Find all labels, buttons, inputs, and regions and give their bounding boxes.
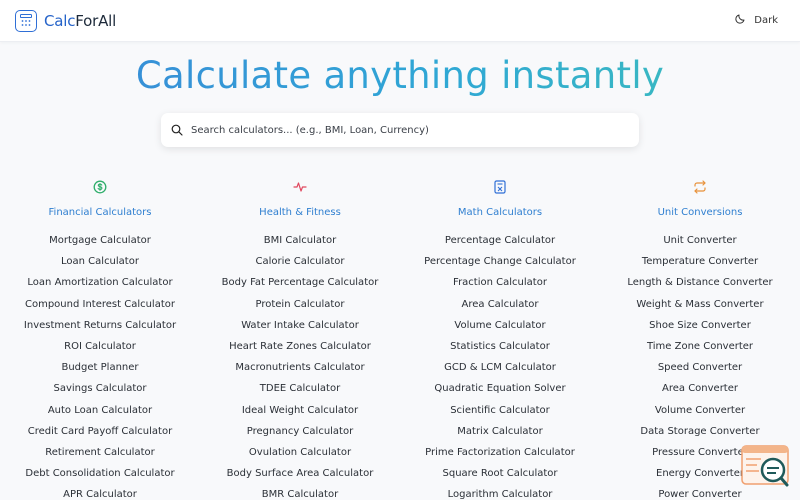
calculator-link[interactable]: Credit Card Payoff Calculator — [0, 421, 200, 442]
calculator-link[interactable]: BMI Calculator — [200, 230, 400, 251]
calculator-link[interactable]: Debt Consolidation Calculator — [0, 463, 200, 484]
feedback-widget-button[interactable] — [741, 444, 791, 488]
category-title[interactable]: Math Calculators — [400, 207, 600, 221]
site-logo[interactable]: CalcForAll — [15, 10, 116, 32]
category-health: Health & Fitness BMI Calculator Calorie … — [200, 178, 400, 500]
calculator-link[interactable]: Time Zone Converter — [600, 336, 800, 357]
category-columns: Financial Calculators Mortgage Calculato… — [0, 178, 800, 500]
calculator-link[interactable]: Percentage Change Calculator — [400, 251, 600, 272]
calculator-link[interactable]: Pregnancy Calculator — [200, 421, 400, 442]
dark-mode-toggle[interactable]: Dark — [735, 13, 778, 27]
calculator-link[interactable]: Heart Rate Zones Calculator — [200, 336, 400, 357]
dollar-circle-icon — [0, 178, 200, 196]
calculator-link[interactable]: Loan Amortization Calculator — [0, 272, 200, 293]
calculator-link[interactable]: Prime Factorization Calculator — [400, 442, 600, 463]
heartbeat-icon — [200, 178, 400, 196]
calculator-link[interactable]: Quadratic Equation Solver — [400, 378, 600, 399]
calculator-link[interactable]: Savings Calculator — [0, 378, 200, 399]
search-bar[interactable] — [161, 113, 639, 147]
calculator-link[interactable]: Mortgage Calculator — [0, 230, 200, 251]
calculator-list: BMI Calculator Calorie Calculator Body F… — [200, 230, 400, 500]
calculator-link[interactable]: TDEE Calculator — [200, 378, 400, 399]
calculator-list: Percentage Calculator Percentage Change … — [400, 230, 600, 500]
calculator-link[interactable]: Speed Converter — [600, 357, 800, 378]
calculator-link[interactable]: Auto Loan Calculator — [0, 400, 200, 421]
feedback-chat-search-icon — [741, 445, 789, 487]
calculator-link[interactable]: Statistics Calculator — [400, 336, 600, 357]
calculator-link[interactable]: Macronutrients Calculator — [200, 357, 400, 378]
moon-icon — [735, 13, 746, 27]
category-title[interactable]: Financial Calculators — [0, 207, 200, 221]
calculator-link[interactable]: Loan Calculator — [0, 251, 200, 272]
calculator-link[interactable]: Shoe Size Converter — [600, 315, 800, 336]
calculator-link[interactable]: Scientific Calculator — [400, 400, 600, 421]
calculator-link[interactable]: Logarithm Calculator — [400, 484, 600, 500]
calculator-link[interactable]: Retirement Calculator — [0, 442, 200, 463]
swap-arrows-icon — [600, 178, 800, 196]
calculator-link[interactable]: Compound Interest Calculator — [0, 294, 200, 315]
calculator-link[interactable]: Temperature Converter — [600, 251, 800, 272]
calculator-link[interactable]: Investment Returns Calculator — [0, 315, 200, 336]
calculator-link[interactable]: Protein Calculator — [200, 294, 400, 315]
logo-text-calc: Calc — [44, 12, 76, 30]
calculator-link[interactable]: Body Fat Percentage Calculator — [200, 272, 400, 293]
category-title[interactable]: Unit Conversions — [600, 207, 800, 221]
calculator-link[interactable]: Water Intake Calculator — [200, 315, 400, 336]
calculator-link[interactable]: Length & Distance Converter — [600, 272, 800, 293]
calculator-link[interactable]: Ovulation Calculator — [200, 442, 400, 463]
calculator-link[interactable]: BMR Calculator — [200, 484, 400, 500]
calculator-link[interactable]: Area Converter — [600, 378, 800, 399]
calculator-link[interactable]: Area Calculator — [400, 294, 600, 315]
calculator-icon — [400, 178, 600, 196]
calculator-link[interactable]: Data Storage Converter — [600, 421, 800, 442]
search-input[interactable] — [191, 124, 639, 136]
calculator-link[interactable]: Calorie Calculator — [200, 251, 400, 272]
calculator-link[interactable]: Weight & Mass Converter — [600, 294, 800, 315]
category-title[interactable]: Health & Fitness — [200, 207, 400, 221]
logo-text: CalcForAll — [44, 12, 116, 30]
calculator-link[interactable]: Budget Planner — [0, 357, 200, 378]
calculator-link[interactable]: Unit Converter — [600, 230, 800, 251]
calculator-link[interactable]: Volume Calculator — [400, 315, 600, 336]
calculator-link[interactable]: Percentage Calculator — [400, 230, 600, 251]
category-math: Math Calculators Percentage Calculator P… — [400, 178, 600, 500]
top-header: CalcForAll Dark — [0, 0, 800, 42]
calculator-link[interactable]: Ideal Weight Calculator — [200, 400, 400, 421]
category-financial: Financial Calculators Mortgage Calculato… — [0, 178, 200, 500]
calculator-link[interactable]: ROI Calculator — [0, 336, 200, 357]
calculator-link[interactable]: Matrix Calculator — [400, 421, 600, 442]
calculator-list: Mortgage Calculator Loan Calculator Loan… — [0, 230, 200, 500]
logo-text-forall: ForAll — [75, 12, 117, 30]
calculator-link[interactable]: Square Root Calculator — [400, 463, 600, 484]
hero-title: Calculate anything instantly — [0, 54, 800, 97]
search-icon — [171, 121, 183, 140]
calculator-link[interactable]: APR Calculator — [0, 484, 200, 500]
calculator-logo-icon — [15, 10, 37, 32]
calculator-link[interactable]: GCD & LCM Calculator — [400, 357, 600, 378]
dark-mode-label: Dark — [754, 14, 778, 26]
calculator-link[interactable]: Volume Converter — [600, 400, 800, 421]
calculator-link[interactable]: Fraction Calculator — [400, 272, 600, 293]
calculator-link[interactable]: Body Surface Area Calculator — [200, 463, 400, 484]
